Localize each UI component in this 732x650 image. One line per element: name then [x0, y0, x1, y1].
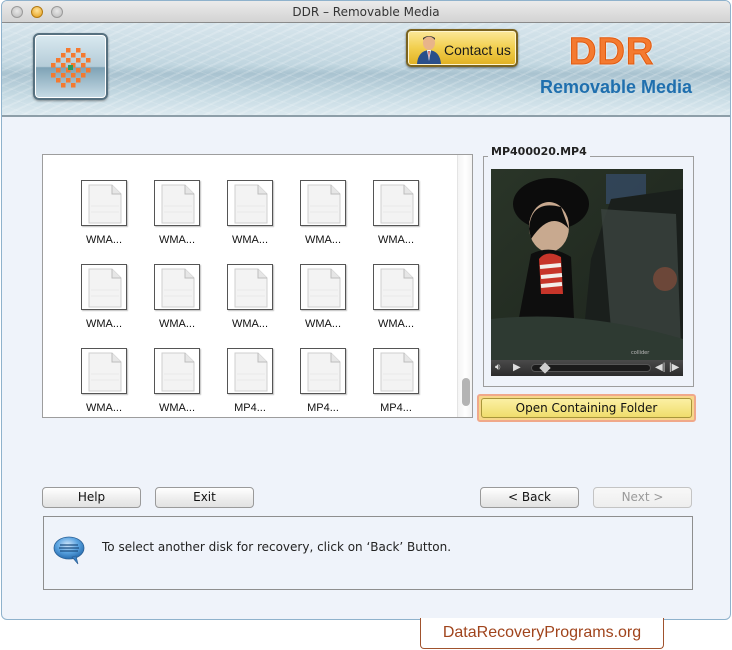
file-name-label: WMA...: [377, 318, 415, 330]
status-message-text: To select another disk for recovery, cli…: [102, 540, 452, 554]
preview-filename: MP400020.MP4: [488, 145, 590, 158]
file-item[interactable]: WMA...: [286, 264, 356, 344]
businessman-icon: [417, 36, 441, 64]
generic-document-icon: [81, 348, 127, 394]
contact-us-button[interactable]: Contact us: [406, 29, 518, 67]
generic-document-icon: [300, 348, 346, 394]
brand-logo-text: DDR: [568, 31, 655, 74]
file-name-label: WMA...: [286, 155, 360, 157]
file-name-label: MP4...: [307, 402, 339, 414]
generic-document-icon: [227, 348, 273, 394]
file-item[interactable]: WMA...: [140, 348, 210, 417]
open-containing-folder-button[interactable]: Open Containing Folder: [477, 394, 696, 422]
file-name-label: WMA...: [359, 155, 433, 157]
file-name-label: WMA...: [158, 402, 196, 414]
generic-document-icon: [373, 180, 419, 226]
file-item[interactable]: WMA...: [67, 180, 137, 260]
speech-bubble-icon: [53, 536, 85, 565]
app-logo: [33, 33, 108, 100]
file-name-label: WMA...: [67, 155, 141, 157]
generic-document-icon: [227, 264, 273, 310]
file-item[interactable]: WMA...: [286, 155, 356, 171]
header-banner: Contact us DDR Removable Media: [2, 23, 730, 117]
help-button[interactable]: Help: [42, 487, 141, 508]
step-forward-icon[interactable]: |▶: [669, 362, 679, 374]
generic-document-icon: [373, 348, 419, 394]
file-item[interactable]: WMA...: [67, 155, 137, 171]
status-message-box: To select another disk for recovery, cli…: [43, 516, 693, 590]
generic-document-icon: [154, 180, 200, 226]
generic-document-icon: [81, 180, 127, 226]
file-item[interactable]: MP4...: [213, 348, 283, 417]
file-item[interactable]: WMA...: [213, 155, 283, 171]
file-list-scrollbar[interactable]: [457, 155, 472, 417]
file-name-label: WMA...: [85, 234, 123, 246]
scrollbar-thumb[interactable]: [462, 378, 470, 406]
file-item[interactable]: WMA...: [213, 180, 283, 260]
back-button[interactable]: < Back: [480, 487, 579, 508]
next-button[interactable]: Next >: [593, 487, 692, 508]
video-player[interactable]: collider 🔉︎ ▶ ◀| |▶: [491, 169, 683, 376]
generic-document-icon: [154, 264, 200, 310]
file-name-label: WMA...: [158, 234, 196, 246]
file-name-label: WMA...: [231, 318, 269, 330]
file-name-label: WMA...: [85, 318, 123, 330]
file-name-label: WMA...: [304, 234, 342, 246]
window-title: DDR – Removable Media: [292, 5, 440, 19]
file-item[interactable]: WMA...: [140, 264, 210, 344]
file-item[interactable]: WMA...: [67, 264, 137, 344]
file-name-label: WMA...: [140, 155, 214, 157]
website-watermark[interactable]: DataRecoveryPrograms.org: [420, 618, 664, 649]
play-icon[interactable]: ▶: [513, 362, 521, 374]
exit-button[interactable]: Exit: [155, 487, 254, 508]
file-item[interactable]: WMA...: [359, 155, 429, 171]
step-back-icon[interactable]: ◀|: [655, 362, 665, 374]
generic-document-icon: [81, 264, 127, 310]
file-name-label: WMA...: [158, 318, 196, 330]
file-name-label: MP4...: [380, 402, 412, 414]
product-name: Removable Media: [540, 77, 693, 97]
generic-document-icon: [300, 180, 346, 226]
file-item[interactable]: MP4...: [286, 348, 356, 417]
orange-checker-burst-icon: [51, 48, 91, 88]
open-containing-folder-label: Open Containing Folder: [481, 398, 692, 418]
file-name-label: WMA...: [213, 155, 287, 157]
file-name-label: WMA...: [231, 234, 269, 246]
title-bar: DDR – Removable Media: [2, 1, 730, 23]
svg-text:collider: collider: [631, 350, 650, 356]
video-controls: 🔉︎ ▶ ◀| |▶: [491, 360, 683, 376]
file-name-label: WMA...: [377, 234, 415, 246]
recovered-files-panel: WMA... WMA... WMA... WMA... WMA... WMA... WMA.…: [42, 154, 473, 418]
generic-document-icon: [373, 264, 419, 310]
file-item[interactable]: WMA...: [213, 264, 283, 344]
volume-icon[interactable]: 🔉︎: [495, 362, 501, 374]
file-name-label: WMA...: [85, 402, 123, 414]
file-item[interactable]: MP4...: [359, 348, 429, 417]
file-item[interactable]: WMA...: [140, 180, 210, 260]
file-name-label: WMA...: [304, 318, 342, 330]
generic-document-icon: [300, 264, 346, 310]
file-name-label: MP4...: [234, 402, 266, 414]
file-item[interactable]: WMA...: [359, 180, 429, 260]
file-item[interactable]: WMA...: [359, 264, 429, 344]
file-item[interactable]: WMA...: [286, 180, 356, 260]
file-item[interactable]: WMA...: [67, 348, 137, 417]
video-frame: collider: [491, 169, 683, 360]
contact-us-label: Contact us: [444, 42, 511, 58]
generic-document-icon: [227, 180, 273, 226]
generic-document-icon: [154, 348, 200, 394]
file-item[interactable]: WMA...: [140, 155, 210, 171]
app-window: DDR – Removable Media Contact us DDR Rem…: [1, 0, 731, 620]
